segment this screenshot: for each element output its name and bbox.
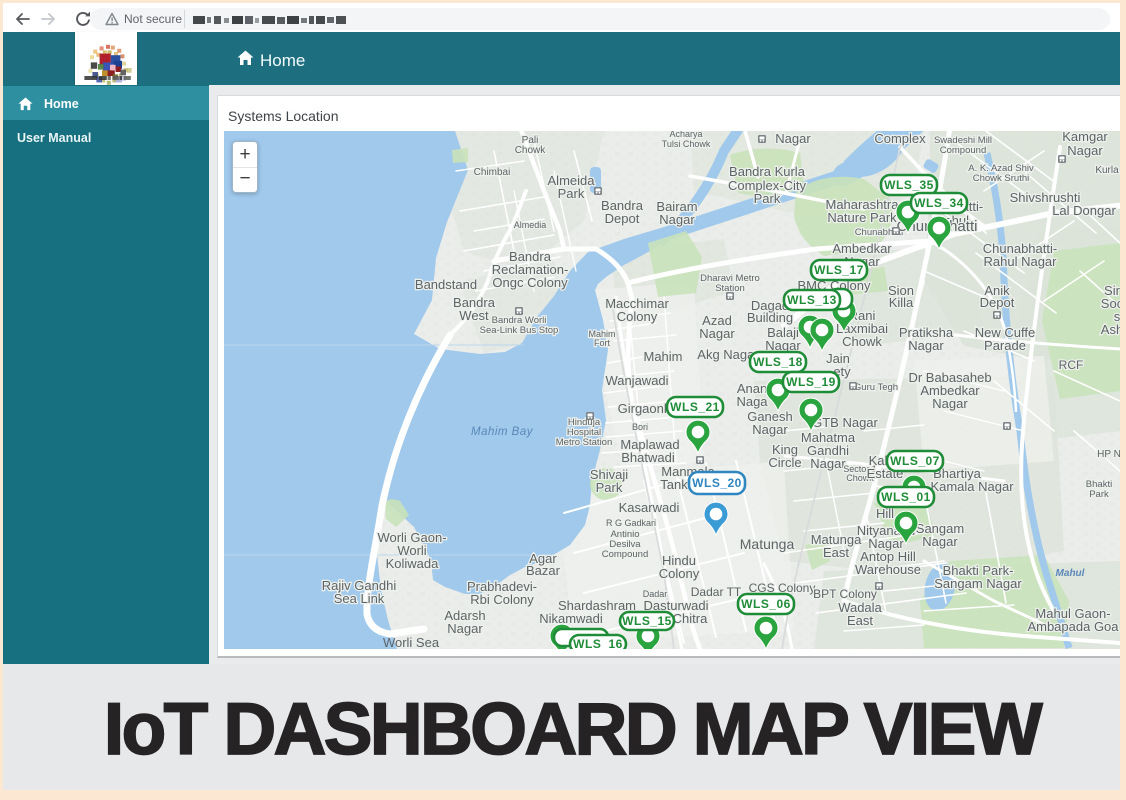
svg-text:Naga: Naga bbox=[736, 394, 768, 409]
svg-text:Depot: Depot bbox=[980, 295, 1015, 310]
svg-text:Kasarwadi: Kasarwadi bbox=[619, 500, 680, 515]
svg-text:Chowk Sruthi: Chowk Sruthi bbox=[973, 173, 1030, 184]
svg-text:WLS_19: WLS_19 bbox=[786, 375, 836, 389]
svg-text:Ongc Colony: Ongc Colony bbox=[492, 275, 568, 290]
svg-text:Park: Park bbox=[558, 186, 585, 201]
svg-text:Chimbai: Chimbai bbox=[474, 167, 511, 178]
svg-text:Nagar: Nagar bbox=[699, 326, 735, 341]
svg-text:Guru Tegh: Guru Tegh bbox=[854, 382, 898, 393]
svg-text:Dadar TT: Dadar TT bbox=[691, 585, 742, 599]
svg-text:WLS_17: WLS_17 bbox=[814, 263, 864, 277]
svg-text:Worli Sea: Worli Sea bbox=[383, 635, 440, 649]
svg-text:Rahul Nagar: Rahul Nagar bbox=[984, 254, 1058, 269]
svg-text:Ash: Ash bbox=[1101, 322, 1120, 337]
svg-text:East: East bbox=[823, 545, 849, 560]
svg-text:Mahul: Mahul bbox=[1056, 568, 1085, 579]
svg-text:Nikamwadi: Nikamwadi bbox=[539, 611, 603, 626]
svg-text:WLS_01: WLS_01 bbox=[881, 490, 931, 504]
svg-text:BPT Colony: BPT Colony bbox=[813, 587, 877, 601]
svg-text:Bori: Bori bbox=[632, 422, 648, 432]
svg-text:WLS_21: WLS_21 bbox=[670, 400, 720, 414]
svg-text:Colony: Colony bbox=[617, 309, 658, 324]
svg-text:Bazar: Bazar bbox=[526, 563, 561, 578]
svg-text:Nagar: Nagar bbox=[932, 396, 968, 411]
svg-text:RCF: RCF bbox=[1059, 358, 1084, 372]
svg-text:Nature Park: Nature Park bbox=[827, 210, 897, 225]
svg-text:Complex: Complex bbox=[874, 131, 926, 146]
svg-text:Bandra Kurla: Bandra Kurla bbox=[729, 164, 806, 179]
svg-text:Park: Park bbox=[596, 480, 623, 495]
svg-text:Building: Building bbox=[747, 310, 793, 325]
svg-text:HP N: HP N bbox=[1097, 449, 1120, 460]
svg-text:Matunga: Matunga bbox=[740, 536, 795, 552]
svg-text:Rbi Colony: Rbi Colony bbox=[470, 592, 534, 607]
svg-text:Chowk: Chowk bbox=[515, 145, 547, 156]
svg-text:Fort: Fort bbox=[594, 338, 611, 348]
svg-text:WLS_35: WLS_35 bbox=[884, 178, 934, 192]
svg-text:Nagar: Nagar bbox=[752, 422, 788, 437]
svg-text:R G Gadkari: R G Gadkari bbox=[606, 518, 656, 528]
svg-text:Koliwada: Koliwada bbox=[386, 556, 440, 571]
svg-text:East: East bbox=[847, 613, 873, 628]
svg-text:Metro Station: Metro Station bbox=[556, 437, 613, 448]
svg-text:Compound: Compound bbox=[602, 549, 648, 560]
svg-text:Nagar: Nagar bbox=[775, 131, 811, 146]
svg-text:Kamala Nagar: Kamala Nagar bbox=[930, 479, 1014, 494]
svg-text:Mahim Bay: Mahim Bay bbox=[471, 426, 534, 438]
svg-text:Chitra: Chitra bbox=[673, 611, 708, 626]
svg-text:Nagar: Nagar bbox=[1067, 143, 1103, 158]
svg-text:Nagar: Nagar bbox=[447, 621, 483, 636]
svg-text:WLS_16: WLS_16 bbox=[573, 637, 623, 649]
svg-text:Circle: Circle bbox=[768, 455, 801, 470]
svg-text:WLS_07: WLS_07 bbox=[890, 454, 940, 468]
svg-text:Park: Park bbox=[754, 191, 781, 206]
svg-text:WLS_18: WLS_18 bbox=[753, 355, 803, 369]
svg-text:Depot: Depot bbox=[605, 211, 640, 226]
svg-text:WLS_06: WLS_06 bbox=[741, 597, 791, 611]
svg-text:Wanjawadi: Wanjawadi bbox=[605, 373, 668, 388]
svg-text:Lal Dongar: Lal Dongar bbox=[1052, 203, 1116, 218]
svg-text:Sea-Link Bus Stop: Sea-Link Bus Stop bbox=[480, 325, 559, 336]
svg-text:GTB Nagar: GTB Nagar bbox=[812, 415, 878, 430]
svg-text:Bhatwadi: Bhatwadi bbox=[621, 450, 675, 465]
svg-text:Colony: Colony bbox=[659, 566, 700, 581]
svg-text:WLS_34: WLS_34 bbox=[914, 196, 964, 210]
svg-text:Killa: Killa bbox=[889, 295, 914, 310]
svg-text:Sangam Nagar: Sangam Nagar bbox=[934, 576, 1022, 591]
svg-text:West: West bbox=[459, 308, 489, 323]
svg-text:Acharya: Acharya bbox=[669, 131, 702, 139]
svg-text:Compound: Compound bbox=[940, 145, 986, 156]
svg-text:Sea Link: Sea Link bbox=[334, 591, 385, 606]
svg-text:Nagar: Nagar bbox=[810, 456, 846, 471]
svg-text:Bandstand: Bandstand bbox=[415, 277, 477, 292]
svg-text:Nagar: Nagar bbox=[659, 212, 695, 227]
svg-text:Almedia: Almedia bbox=[514, 220, 547, 230]
svg-text:Mahim: Mahim bbox=[643, 349, 682, 364]
svg-text:WLS_13: WLS_13 bbox=[787, 293, 837, 307]
svg-text:Nagar: Nagar bbox=[908, 338, 944, 353]
svg-text:Park: Park bbox=[1089, 489, 1109, 500]
svg-text:Chowk: Chowk bbox=[842, 334, 882, 349]
svg-text:Parade: Parade bbox=[984, 338, 1026, 353]
svg-text:Warehouse: Warehouse bbox=[855, 562, 921, 577]
svg-text:WLS_15: WLS_15 bbox=[622, 614, 672, 628]
svg-text:WLS_20: WLS_20 bbox=[692, 476, 742, 490]
svg-text:Nagar: Nagar bbox=[922, 534, 958, 549]
svg-text:Ambapada Goa: Ambapada Goa bbox=[1027, 619, 1119, 634]
svg-text:Tank: Tank bbox=[660, 477, 688, 492]
svg-text:Girgaonk: Girgaonk bbox=[618, 401, 671, 416]
svg-text:Kurla: Kurla bbox=[1095, 165, 1119, 176]
svg-text:Tulsi Chowk: Tulsi Chowk bbox=[662, 139, 711, 149]
